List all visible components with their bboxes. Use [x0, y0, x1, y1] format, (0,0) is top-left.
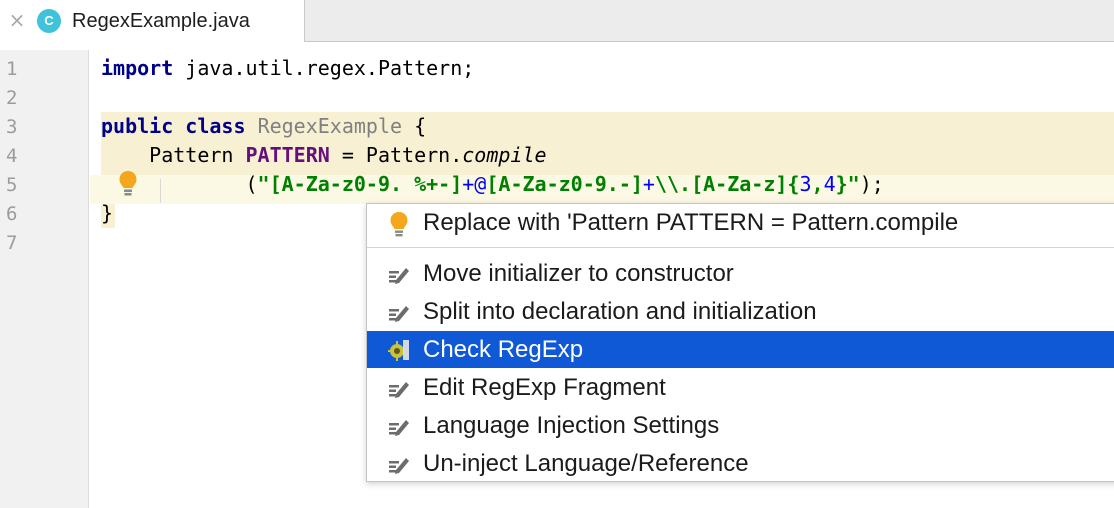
string-literal: ] [450, 172, 463, 196]
string-literal: [ [691, 172, 704, 196]
intention-icon [387, 301, 411, 323]
string-literal: [ [486, 172, 499, 196]
intention-icon [387, 263, 411, 285]
popup-item-split-declaration[interactable]: Split into declaration and initializatio… [367, 293, 1114, 330]
editor-tab-bar: × C RegexExample.java [0, 0, 1114, 42]
tab-title: RegexExample.java [72, 10, 250, 32]
popup-separator [367, 247, 1114, 248]
field-name: PATTERN [245, 143, 330, 167]
intention-icon [387, 453, 411, 475]
regex-operator: +@ [462, 172, 487, 196]
intention-icon [387, 415, 411, 437]
string-literal: { [787, 172, 800, 196]
string-literal: "[ [257, 172, 282, 196]
line-number: 1 [6, 58, 18, 80]
regex-class: A-Za-z0-9.- [498, 172, 631, 196]
regex-class: A-Za-z [703, 172, 776, 196]
line-number: 4 [6, 145, 18, 167]
popup-item-replace[interactable]: Replace with 'Pattern PATTERN = Pattern.… [367, 204, 1114, 241]
popup-item-language-injection-settings[interactable]: Language Injection Settings [367, 407, 1114, 444]
code-text: java.util.regex.Pattern; [173, 56, 475, 80]
line-number: 6 [6, 203, 18, 225]
popup-item-label: Check RegExp [423, 336, 584, 363]
code-text: } [101, 201, 114, 225]
method-name: compile [462, 143, 547, 167]
popup-item-label: Replace with 'Pattern PATTERN = Pattern.… [423, 209, 959, 236]
keyword: class [185, 114, 246, 138]
lightbulb-icon [387, 212, 411, 237]
close-icon[interactable]: × [8, 9, 26, 31]
line-number: 7 [6, 232, 18, 254]
lightbulb-icon[interactable] [118, 170, 138, 198]
string-literal: " [847, 172, 860, 196]
type-name: Pattern [149, 143, 246, 167]
regex-escape: \\. [654, 172, 692, 196]
code-line-1[interactable]: import java.util.regex.Pattern; [101, 54, 474, 83]
regex-number: 4 [823, 172, 836, 196]
code-text: ); [859, 172, 884, 196]
keyword: public [101, 114, 174, 138]
intention-actions-popup: Replace with 'Pattern PATTERN = Pattern.… [366, 203, 1114, 482]
code-text: ( [245, 172, 258, 196]
popup-item-label: Split into declaration and initializatio… [423, 298, 817, 325]
class-name: RegexExample [257, 114, 403, 138]
intention-icon [387, 377, 411, 399]
code-line-3[interactable]: public class RegexExample { [101, 112, 426, 141]
string-literal: } [835, 172, 848, 196]
string-literal: ] [775, 172, 788, 196]
line-number-gutter[interactable]: 1 2 3 4 5 6 7 [0, 50, 89, 508]
code-text: { [414, 114, 427, 138]
popup-item-label: Move initializer to constructor [423, 260, 734, 287]
code-text: = Pattern. [329, 143, 463, 167]
popup-item-label: Un-inject Language/Reference [423, 450, 749, 477]
regex-number: 3 [799, 172, 812, 196]
line-number: 5 [6, 174, 18, 196]
code-line-5[interactable]: ("[A-Za-z0-9. %+-]+@[A-Za-z0-9.-]+\\.[A-… [101, 170, 884, 199]
string-literal: ] [630, 172, 643, 196]
line-number: 2 [6, 87, 18, 109]
regex-operator: + [642, 172, 655, 196]
code-line-6[interactable]: } [101, 199, 113, 228]
popup-item-label: Language Injection Settings [423, 412, 720, 439]
popup-item-edit-regexp-fragment[interactable]: Edit RegExp Fragment [367, 369, 1114, 406]
java-class-icon: C [37, 9, 61, 33]
line-number: 3 [6, 116, 18, 138]
regex-class: A-Za-z0-9. %+- [281, 172, 451, 196]
string-literal: , [811, 172, 824, 196]
popup-item-check-regexp[interactable]: Check RegExp [367, 331, 1114, 368]
code-line-4[interactable]: Pattern PATTERN = Pattern.compile [101, 141, 547, 170]
keyword: import [101, 56, 174, 80]
regexp-check-icon [387, 339, 411, 361]
tab-regexexample-java[interactable]: × C RegexExample.java [0, 0, 305, 42]
popup-item-uninject-language[interactable]: Un-inject Language/Reference [367, 445, 1114, 482]
popup-item-move-initializer[interactable]: Move initializer to constructor [367, 255, 1114, 292]
popup-item-label: Edit RegExp Fragment [423, 374, 666, 401]
indent-guide [160, 179, 161, 203]
